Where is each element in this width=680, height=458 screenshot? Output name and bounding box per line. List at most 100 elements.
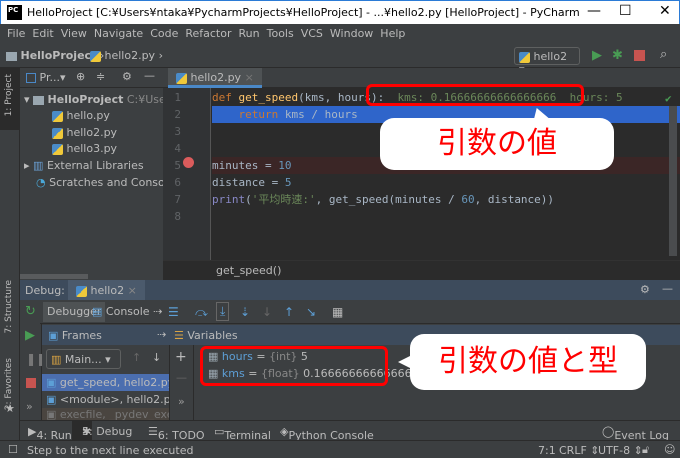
tab-console[interactable]: ▤ Console ⇢: [92, 305, 162, 318]
step-over-icon[interactable]: ⤓: [216, 302, 230, 321]
add-watch-icon[interactable]: +: [175, 349, 187, 365]
project-view-icon: [26, 73, 36, 83]
python-file-icon: [52, 127, 63, 139]
tree-file[interactable]: hello.py: [52, 109, 110, 122]
next-frame-icon[interactable]: ↓: [152, 351, 161, 364]
folder-icon: [6, 51, 17, 61]
frame-item-selected[interactable]: ▣ get_speed, hello2.py:2: [42, 374, 169, 391]
hide-icon[interactable]: —: [662, 282, 673, 295]
horizontal-scrollbar[interactable]: [20, 274, 88, 279]
debug-bug-icon[interactable]: ✱: [612, 48, 623, 63]
layout-icon[interactable]: ☰: [168, 305, 179, 319]
hide-icon[interactable]: —: [144, 69, 155, 82]
run-icon[interactable]: ▶: [592, 48, 602, 63]
more-icon[interactable]: »: [178, 395, 185, 408]
show-execution-point-icon[interactable]: ⤼: [195, 305, 208, 320]
frames-icon: ▣: [48, 329, 59, 342]
toggle-tool-windows-icon[interactable]: ☐: [8, 443, 18, 456]
menu-window[interactable]: Window: [330, 27, 373, 40]
minimize-button[interactable]: —: [587, 3, 601, 19]
variables-header: ☰ Variables: [174, 329, 238, 342]
evaluate-expression-icon[interactable]: ▦: [332, 305, 343, 319]
stop-icon[interactable]: [26, 378, 36, 388]
debug-tool-tab[interactable]: ✱ 5: Debug: [72, 421, 132, 440]
step-into-icon[interactable]: ⇣: [240, 305, 250, 319]
python-file-icon: [52, 143, 63, 155]
file-encoding[interactable]: UTF-8 ⇕: [598, 444, 643, 457]
navigation-bar: HelloProject › hello2.py › hello2 ▾ ▶ ✱ …: [0, 44, 680, 76]
pin-icon[interactable]: ⇢: [157, 328, 166, 341]
stop-icon[interactable]: [634, 50, 645, 61]
run-to-cursor-icon[interactable]: ↘: [306, 305, 316, 319]
gear-icon[interactable]: ⚙: [640, 283, 650, 296]
vertical-scrollbar[interactable]: [669, 106, 677, 256]
tree-file[interactable]: hello3.py: [52, 142, 117, 155]
library-icon: ▥: [33, 159, 44, 172]
inspector-icon[interactable]: ☺: [664, 443, 675, 456]
run-config-select[interactable]: hello2 ▾: [514, 47, 580, 76]
menu-edit[interactable]: Edit: [32, 27, 53, 40]
debug-tab-hello2[interactable]: hello2 ×: [68, 280, 145, 300]
todo-tool-tab[interactable]: ☰ 6: TODO: [148, 425, 205, 442]
line-number: 6: [174, 176, 181, 189]
menu-view[interactable]: View: [61, 27, 87, 40]
menu-refactor[interactable]: Refactor: [185, 27, 231, 40]
thread-select[interactable]: ▥ Main... ▾: [46, 349, 121, 369]
close-tab-icon[interactable]: ×: [128, 284, 137, 297]
lock-icon[interactable]: 🔓︎: [642, 443, 649, 457]
left-tool-strip: 1: Project 7: Structure 2: Favorites ★: [0, 68, 20, 440]
breakpoint-icon[interactable]: [183, 157, 194, 168]
rerun-icon[interactable]: ↻: [25, 304, 36, 319]
window-title: HelloProject [C:¥Users¥ntaka¥PycharmProj…: [27, 6, 580, 19]
menu-help[interactable]: Help: [380, 27, 405, 40]
python-file-icon: [176, 72, 187, 84]
structure-tool-tab[interactable]: 7: Structure: [4, 280, 14, 334]
tree-file[interactable]: hello2.py: [52, 126, 117, 139]
line-number: 7: [174, 193, 181, 206]
menu-navigate[interactable]: Navigate: [94, 27, 143, 40]
step-into-my-code-icon[interactable]: ↓: [262, 305, 272, 319]
debug-toolbar: Debugger ▤ Console ⇢ ☰ ⤼ ⤓ ⇣ ↓ ↑ ↘ ▦: [40, 300, 680, 324]
pycharm-logo: PC: [7, 5, 22, 20]
project-tool-tab[interactable]: 1: Project: [4, 74, 14, 116]
tool-window-bar: ▶ 4: Run ✱ 5: Debug ☰ 6: TODO ▭ Terminal…: [20, 420, 680, 442]
python-console-tool-tab[interactable]: ◈ Python Console: [280, 425, 374, 442]
search-icon[interactable]: ⌕: [660, 47, 667, 62]
code-editor[interactable]: 1 2 3 4 5 6 7 8 def get_speed(kms, hours…: [163, 88, 680, 280]
frames-header: ▣ Frames: [48, 329, 102, 342]
callout-arg-values-types: 引数の値と型: [410, 334, 646, 390]
breadcrumb-file[interactable]: hello2.py ›: [90, 49, 163, 62]
menu-file[interactable]: File: [7, 27, 25, 40]
close-button[interactable]: ✕: [659, 3, 671, 19]
step-out-icon[interactable]: ↑: [284, 305, 294, 319]
tab-hello2[interactable]: hello2.py ×: [168, 68, 262, 88]
python-icon: [76, 285, 87, 297]
close-tab-icon[interactable]: ×: [245, 71, 254, 84]
project-panel: ▾ HelloProject C:¥Users¥ntaka hello.py h…: [20, 88, 214, 280]
gear-icon[interactable]: ⚙: [122, 70, 132, 83]
project-view-select[interactable]: Pr...▾: [26, 71, 65, 84]
run-tool-tab[interactable]: ▶ 4: Run: [28, 425, 72, 442]
gutter: 1 2 3 4 5 6 7 8: [163, 88, 211, 260]
previous-frame-icon[interactable]: ↑: [132, 351, 141, 364]
editor-breadcrumb: get_speed(): [163, 260, 680, 280]
python-file-icon: [90, 50, 101, 62]
menu-vcs[interactable]: VCS: [301, 27, 323, 40]
frame-item[interactable]: ▣ <module>, hello2.py:7: [42, 391, 169, 408]
frame-item[interactable]: ▣ execfile, _pydev_execfile: [42, 408, 169, 420]
collapse-icon[interactable]: ≑: [96, 70, 105, 83]
menu-tools[interactable]: Tools: [267, 27, 294, 40]
line-separator[interactable]: CRLF ⇕: [559, 444, 600, 457]
event-log-tool-tab[interactable]: ◯ Event Log: [602, 425, 669, 442]
menu-code[interactable]: Code: [150, 27, 178, 40]
remove-watch-icon[interactable]: —: [176, 371, 187, 384]
caret-position[interactable]: 7:1: [538, 444, 556, 457]
resume-icon[interactable]: ▶: [25, 328, 35, 343]
maximize-button[interactable]: ☐: [619, 3, 632, 19]
menu-run[interactable]: Run: [239, 27, 260, 40]
tree-scratches[interactable]: ◔ Scratches and Consoles: [36, 176, 180, 189]
locate-icon[interactable]: ⊕: [76, 70, 85, 83]
more-icon[interactable]: »: [26, 400, 33, 413]
tree-external-libraries[interactable]: ▸ ▥ External Libraries: [24, 159, 144, 172]
terminal-tool-tab[interactable]: ▭ Terminal: [214, 425, 271, 442]
